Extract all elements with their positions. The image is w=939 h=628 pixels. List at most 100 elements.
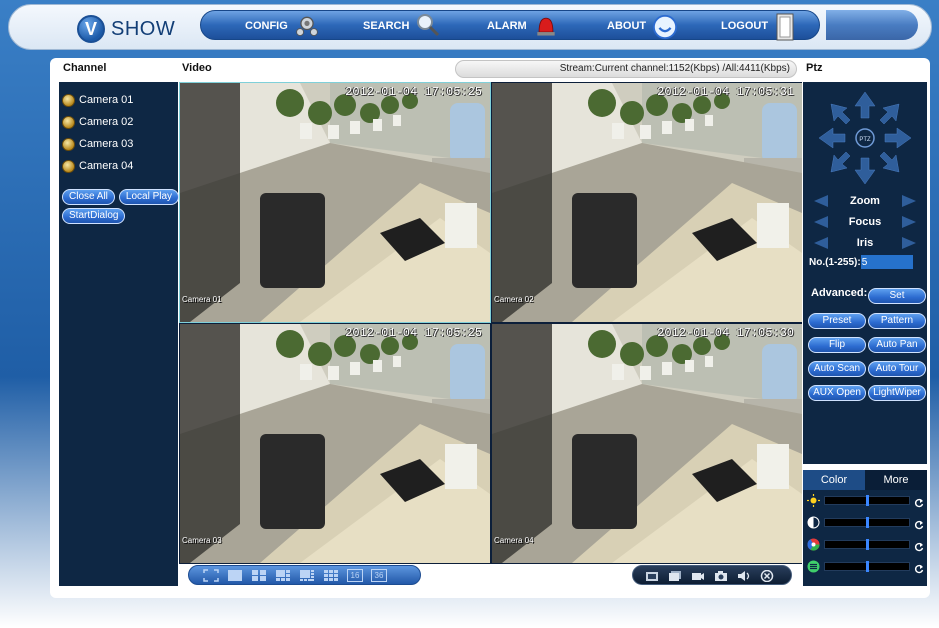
auto-scan-button[interactable]: Auto Scan <box>808 361 866 377</box>
layout-36-icon[interactable]: 36 <box>371 568 387 582</box>
layout-16-icon[interactable]: 16 <box>347 568 363 582</box>
tile-camera-label: Camera 02 <box>494 295 534 304</box>
magnifier-icon <box>415 13 441 39</box>
flip-button[interactable]: Flip <box>808 337 866 353</box>
hue-icon <box>807 560 820 573</box>
preset-button[interactable]: Preset <box>808 313 866 329</box>
stream-status: Stream:Current channel:1152(Kbps) /All:4… <box>455 60 797 78</box>
contrast-thumb[interactable] <box>866 516 869 528</box>
tile-camera-label: Camera 03 <box>182 536 222 545</box>
nav-alarm-label: ALARM <box>487 20 527 32</box>
preset-number-label: No.(1-255): <box>809 256 861 268</box>
pattern-button[interactable]: Pattern <box>868 313 926 329</box>
video-tile[interactable]: 2012-01-04 17:05:25 Camera 01 <box>179 82 491 323</box>
auto-pan-button[interactable]: Auto Pan <box>868 337 926 353</box>
preset-number-row: No.(1-255): <box>809 255 913 269</box>
ptz-down-right-arrow <box>879 151 900 173</box>
close-icon[interactable] <box>760 569 774 583</box>
ptz-direction-pad[interactable]: PTZ <box>817 90 913 186</box>
color-panel: Color More <box>803 470 927 586</box>
focus-row: Focus <box>803 213 927 231</box>
start-dialog-button[interactable]: StartDialog <box>62 208 126 224</box>
focus-far-arrow[interactable] <box>902 216 916 228</box>
set-button[interactable]: Set <box>868 288 926 304</box>
layout-6-icon[interactable] <box>275 569 291 582</box>
camera-list-item[interactable]: Camera 02 <box>59 111 178 133</box>
fullscreen-icon[interactable] <box>203 568 219 582</box>
zoom-out-arrow[interactable] <box>814 195 828 207</box>
ptz-down-arrow <box>854 157 876 185</box>
nav-logout[interactable]: LOGOUT <box>721 11 800 41</box>
auto-tour-button[interactable]: Auto Tour <box>868 361 926 377</box>
tab-color[interactable]: Color <box>803 470 865 490</box>
ptz-up-right-arrow <box>879 103 900 125</box>
camera-list-label: Camera 01 <box>79 94 134 106</box>
video-icon[interactable] <box>691 569 705 581</box>
nav-search[interactable]: SEARCH <box>363 11 441 41</box>
aux-open-button[interactable]: AUX Open <box>808 385 866 401</box>
brightness-slider[interactable] <box>824 494 910 506</box>
tile-timestamp: 2012-01-04 17:05:25 <box>345 326 482 340</box>
focus-near-arrow[interactable] <box>814 216 828 228</box>
logo-text: SHOW <box>111 17 176 40</box>
camera-list-item[interactable]: Camera 04 <box>59 155 178 177</box>
iris-row: Iris <box>803 234 927 252</box>
hue-slider[interactable] <box>824 560 910 572</box>
camera-list-label: Camera 03 <box>79 138 134 150</box>
layout-8-icon[interactable] <box>299 569 315 582</box>
hue-thumb[interactable] <box>866 560 869 572</box>
logo-mark: V <box>77 15 105 43</box>
config-gears-icon <box>294 13 320 39</box>
iris-label: Iris <box>856 237 874 249</box>
nav-about[interactable]: ABOUT <box>607 11 678 41</box>
ptz-down-left-arrow <box>830 151 851 173</box>
nav-about-label: ABOUT <box>607 20 647 32</box>
contrast-icon <box>807 516 820 529</box>
nav-alarm[interactable]: ALARM <box>487 11 559 41</box>
saturation-row <box>807 536 925 552</box>
camera-list-item[interactable]: Camera 01 <box>59 89 178 111</box>
video-tile[interactable]: 2012-01-04 17:05:30 Camera 04 <box>492 324 802 563</box>
iris-open-arrow[interactable] <box>902 237 916 249</box>
camera-icon[interactable] <box>714 569 728 581</box>
nav-config[interactable]: CONFIG <box>245 11 320 41</box>
nav-logout-label: LOGOUT <box>721 20 769 32</box>
tab-more[interactable]: More <box>865 470 927 490</box>
zoom-in-arrow[interactable] <box>902 195 916 207</box>
ptz-left-arrow <box>818 127 846 149</box>
video-header: Video <box>182 62 212 74</box>
reset-icon[interactable] <box>914 495 924 508</box>
camera-status-icon <box>62 137 75 151</box>
light-wiper-button[interactable]: LightWiper <box>868 385 926 401</box>
advanced-label: Advanced: <box>811 287 868 299</box>
channel-header: Channel <box>63 62 107 74</box>
brightness-thumb[interactable] <box>866 494 869 506</box>
smiley-icon <box>652 13 678 40</box>
reset-icon[interactable] <box>914 539 924 552</box>
nav-search-label: SEARCH <box>363 20 410 32</box>
layout-4-icon[interactable] <box>251 569 267 582</box>
camera-list: Camera 01 Camera 02 Camera 03 Camera 04 <box>59 82 178 177</box>
video-tile[interactable]: 2012-01-04 17:05:31 Camera 02 <box>492 83 802 322</box>
ptz-header: Ptz <box>806 62 823 74</box>
preset-number-input[interactable] <box>860 255 913 269</box>
record-icon[interactable] <box>668 569 682 581</box>
reset-icon[interactable] <box>914 517 924 530</box>
reset-icon[interactable] <box>914 561 924 574</box>
local-play-button[interactable]: Local Play <box>118 189 180 205</box>
layout-9-icon[interactable] <box>323 569 339 582</box>
contrast-slider[interactable] <box>824 516 910 528</box>
layout-toolbar: 16 36 <box>188 565 421 585</box>
focus-label: Focus <box>848 216 882 228</box>
saturation-slider[interactable] <box>824 538 910 550</box>
snapshot-icon[interactable] <box>645 569 659 581</box>
audio-icon[interactable] <box>737 569 751 581</box>
video-tile[interactable]: 2012-01-04 17:05:25 Camera 03 <box>180 324 490 563</box>
layout-1-icon[interactable] <box>227 569 243 582</box>
channel-panel: Camera 01 Camera 02 Camera 03 Camera 04 … <box>59 82 180 586</box>
iris-close-arrow[interactable] <box>814 237 828 249</box>
close-all-button[interactable]: Close All <box>62 189 115 205</box>
camera-list-item[interactable]: Camera 03 <box>59 133 178 155</box>
zoom-label: Zoom <box>850 195 880 207</box>
saturation-thumb[interactable] <box>866 538 869 550</box>
